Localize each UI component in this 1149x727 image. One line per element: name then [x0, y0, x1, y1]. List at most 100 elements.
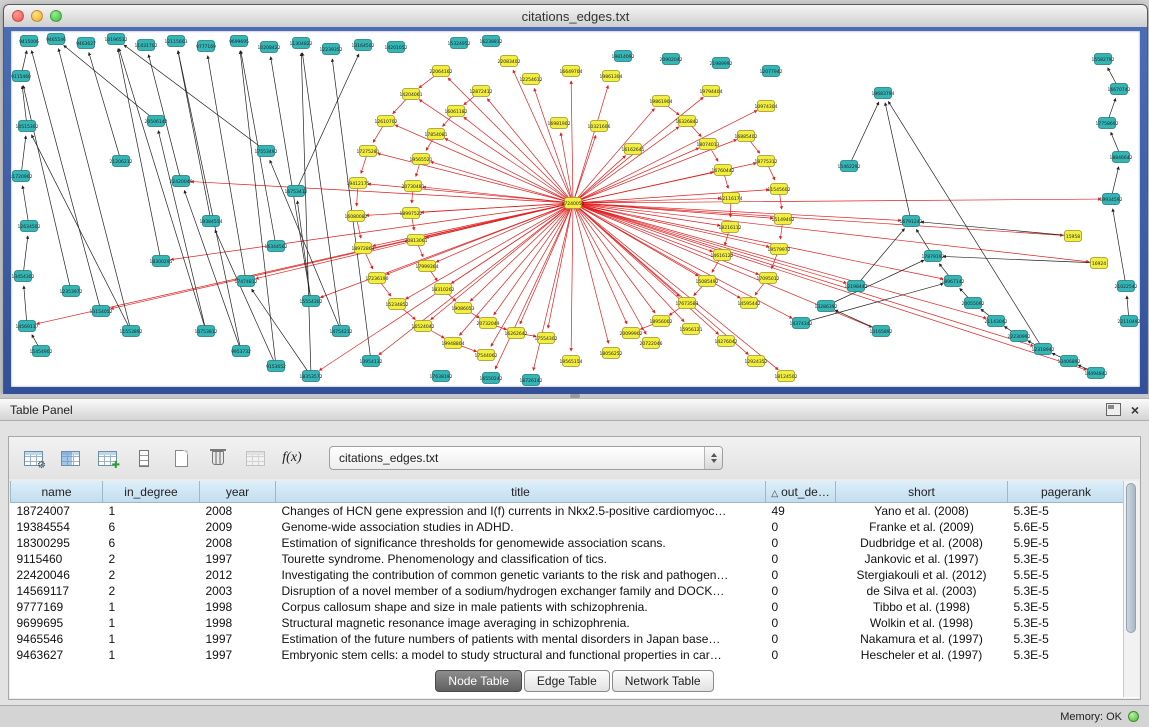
network-node[interactable]: 16649704 — [560, 66, 583, 77]
network-node[interactable]: 16670742 — [1108, 84, 1131, 95]
table-row[interactable]: 1830029562008Estimation of significance … — [11, 535, 1125, 551]
network-node[interactable]: 10515302 — [16, 121, 39, 132]
network-node[interactable]: 11720962 — [11, 171, 33, 182]
network-edge[interactable] — [573, 203, 778, 370]
network-node[interactable]: 20055092 — [962, 298, 985, 309]
network-node[interactable]: 18310262 — [432, 284, 455, 295]
import-table-icon[interactable]: ✚ — [93, 444, 121, 472]
zoom-window-icon[interactable] — [50, 10, 62, 22]
network-node[interactable]: 12872412 — [470, 86, 493, 97]
network-node[interactable]: 19565521 — [410, 154, 433, 165]
network-node[interactable]: 15462292 — [838, 161, 861, 172]
column-chooser-icon[interactable] — [56, 444, 84, 472]
network-node[interactable]: 10753812 — [195, 326, 218, 337]
network-edge[interactable] — [378, 153, 573, 203]
tab-edge-table[interactable]: Edge Table — [524, 670, 610, 692]
network-node[interactable]: 14201052 — [385, 42, 408, 53]
network-node[interactable]: 19579972 — [768, 244, 791, 255]
tab-network-table[interactable]: Network Table — [612, 670, 714, 692]
network-node[interactable]: 16524042 — [412, 321, 435, 332]
network-node[interactable]: 18775312 — [755, 156, 778, 167]
network-node[interactable]: 12254612 — [520, 74, 543, 85]
network-node[interactable]: 12115603 — [165, 36, 188, 47]
network-node[interactable]: 20506142 — [145, 116, 168, 127]
network-node[interactable]: 17554302 — [535, 333, 558, 344]
network-edge[interactable] — [571, 81, 573, 203]
row-options-icon[interactable] — [130, 444, 158, 472]
network-node[interactable]: 19384554 — [200, 216, 223, 227]
network-edge[interactable] — [445, 138, 573, 203]
network-node[interactable]: 11545602 — [768, 184, 791, 195]
network-node[interactable]: 13454302 — [12, 271, 35, 282]
network-node[interactable]: 22083402 — [498, 56, 521, 67]
network-node[interactable]: 18956002 — [650, 316, 673, 327]
network-node[interactable]: 10196532 — [105, 34, 128, 45]
window-titlebar[interactable]: citations_edges.txt — [4, 5, 1147, 28]
network-node[interactable]: 17999364 — [416, 261, 439, 272]
table-scrollbar[interactable] — [1123, 481, 1139, 697]
network-edge[interactable] — [573, 203, 627, 324]
network-node[interactable]: 19794404 — [700, 86, 723, 97]
network-node[interactable]: 15234852 — [386, 299, 409, 310]
network-node[interactable]: 21989992 — [710, 58, 733, 69]
network-node[interactable]: 12198442 — [845, 281, 868, 292]
network-node[interactable]: 16760442 — [712, 165, 735, 176]
network-node[interactable]: 12077942 — [760, 66, 783, 77]
network-node[interactable]: 17879192 — [922, 251, 945, 262]
network-node[interactable]: 16981902 — [548, 118, 571, 129]
network-table-selector[interactable]: citations_edges.txt — [329, 446, 723, 470]
table-row[interactable]: 969969511998Structural magnetic resonanc… — [11, 615, 1125, 631]
network-edge[interactable] — [366, 203, 573, 215]
table-row[interactable]: 946362711997Embryonic stem cells: a mode… — [11, 647, 1125, 663]
network-node[interactable]: 12116174 — [720, 193, 743, 204]
network-edge[interactable] — [406, 203, 573, 299]
network-node[interactable]: 17638192 — [430, 371, 453, 382]
network-node[interactable]: 16061182 — [445, 106, 468, 117]
network-node[interactable]: 13406892 — [1058, 356, 1081, 367]
network-node[interactable]: 20730481 — [402, 181, 425, 192]
table-row[interactable]: 1872400712008Changes of HCN gene express… — [11, 503, 1125, 520]
network-edge[interactable] — [460, 203, 573, 335]
network-node[interactable]: 10208422 — [258, 42, 281, 53]
network-edge[interactable] — [573, 109, 654, 203]
network-node[interactable]: 17544062 — [475, 350, 498, 361]
network-node[interactable]: 16791242 — [900, 216, 923, 227]
network-node[interactable]: 16238812 — [480, 36, 503, 47]
network-node[interactable]: 12318942 — [1032, 344, 1055, 355]
network-node[interactable]: 19412175 — [347, 178, 370, 189]
delete-attribute-icon[interactable] — [204, 444, 232, 472]
network-node[interactable]: 14595442 — [738, 298, 761, 309]
network-node[interactable]: 12353972 — [60, 286, 83, 297]
network-node[interactable]: 13165892 — [870, 326, 893, 337]
network-node[interactable]: 17236190 — [366, 273, 389, 284]
network-edge[interactable] — [240, 51, 276, 366]
network-edge[interactable] — [297, 201, 311, 301]
network-node[interactable]: 15324952 — [448, 38, 471, 49]
table-row[interactable]: 2242004622012Investigating the contribut… — [11, 567, 1125, 583]
network-node[interactable]: 20099902 — [620, 328, 643, 339]
network-edge[interactable] — [64, 45, 156, 121]
network-node[interactable]: 17275281 — [357, 146, 380, 157]
network-node[interactable]: 13164502 — [352, 40, 375, 51]
network-edge[interactable] — [23, 86, 71, 291]
table-mode-icon[interactable]: ⚙ — [19, 444, 47, 472]
network-edge[interactable] — [431, 162, 573, 203]
network-node[interactable]: 17758692 — [1096, 118, 1119, 129]
network-edge[interactable] — [178, 51, 241, 351]
network-edge[interactable] — [487, 99, 573, 203]
network-edge[interactable] — [191, 182, 573, 203]
network-node[interactable]: 16753412 — [285, 186, 308, 197]
network-node[interactable]: 16262642 — [505, 328, 528, 339]
network-canvas[interactable]: 1724005212872412160611821785408119565521… — [11, 31, 1140, 387]
network-edge[interactable] — [573, 86, 608, 203]
network-edge[interactable] — [885, 103, 911, 221]
network-node[interactable]: 20813061 — [405, 235, 428, 246]
network-node[interactable]: 17553492 — [255, 146, 278, 157]
network-edge[interactable] — [24, 286, 27, 326]
float-panel-icon[interactable] — [1106, 403, 1121, 416]
network-node[interactable]: 18353572 — [300, 371, 323, 382]
network-edge[interactable] — [856, 229, 905, 286]
network-node[interactable]: 11431702 — [135, 40, 158, 51]
network-node[interactable]: 22064162 — [430, 66, 453, 77]
network-edge[interactable] — [21, 136, 26, 176]
